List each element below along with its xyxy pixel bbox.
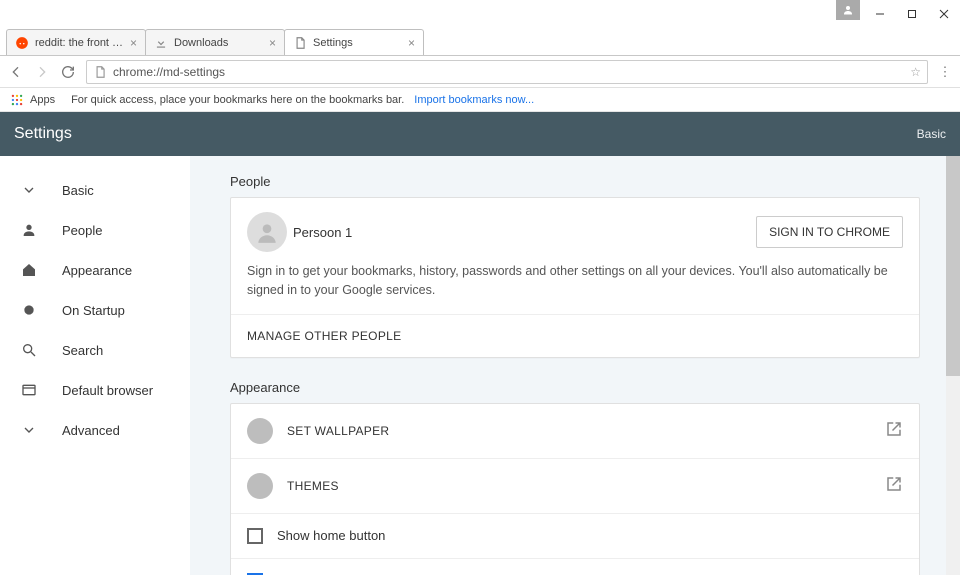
tab-label: Downloads [174,37,265,49]
person-icon [20,221,38,239]
sidebar-item-basic[interactable]: Basic [0,170,190,210]
window-titlebar [0,0,960,28]
home-icon [20,261,38,279]
chevron-down-icon [20,181,38,199]
manage-people-label: MANAGE OTHER PEOPLE [247,329,401,343]
bookmark-star-icon[interactable]: ☆ [910,65,921,79]
reload-button[interactable] [60,64,76,80]
address-text: chrome://md-settings [113,65,225,79]
settings-title: Settings [14,125,72,143]
apps-icon[interactable] [10,93,24,107]
always-bookmarks-row[interactable]: Always show the bookmarks bar [231,559,919,575]
forward-button[interactable] [34,64,50,80]
sign-in-button[interactable]: SIGN IN TO CHROME [756,216,903,248]
settings-content: Basic People Appearance On Startup Searc… [0,156,960,575]
sidebar-item-label: Advanced [62,423,120,438]
search-icon [20,341,38,359]
scrollbar-thumb[interactable] [946,156,960,376]
sidebar-item-label: Basic [62,183,94,198]
circle-icon [20,301,38,319]
import-bookmarks-link[interactable]: Import bookmarks now... [414,94,534,106]
themes-label: THEMES [287,479,885,493]
browser-toolbar: chrome://md-settings ☆ ⋮ [0,56,960,88]
launch-icon [885,475,903,496]
basic-link[interactable]: Basic [917,127,946,141]
section-title-people: People [230,174,920,189]
wallpaper-icon [247,418,273,444]
window-maximize-button[interactable] [896,0,928,28]
sidebar-item-appearance[interactable]: Appearance [0,250,190,290]
manage-people-row[interactable]: MANAGE OTHER PEOPLE [231,315,919,357]
bookmarks-bar: Apps For quick access, place your bookma… [0,88,960,112]
settings-sidebar: Basic People Appearance On Startup Searc… [0,156,190,575]
tab-settings[interactable]: Settings × [284,29,424,55]
vertical-scrollbar[interactable] [946,156,960,575]
appearance-card: SET WALLPAPER THEMES Show home button Al… [230,403,920,575]
page-icon [93,65,107,79]
sidebar-item-advanced[interactable]: Advanced [0,410,190,450]
menu-button[interactable]: ⋮ [938,64,952,80]
close-icon[interactable]: × [130,36,137,50]
sidebar-item-label: Search [62,343,103,358]
people-card: Persoon 1 SIGN IN TO CHROME Sign in to g… [230,197,920,358]
profile-name: Persoon 1 [293,225,352,240]
apps-label[interactable]: Apps [30,94,55,106]
download-icon [154,36,168,50]
sidebar-item-default-browser[interactable]: Default browser [0,370,190,410]
sidebar-item-onstartup[interactable]: On Startup [0,290,190,330]
sidebar-item-label: Appearance [62,263,132,278]
back-button[interactable] [8,64,24,80]
window-minimize-button[interactable] [864,0,896,28]
section-title-appearance: Appearance [230,380,920,395]
tab-reddit[interactable]: reddit: the front page of × [6,29,146,55]
sidebar-item-label: People [62,223,102,238]
set-wallpaper-row[interactable]: SET WALLPAPER [231,404,919,459]
themes-icon [247,473,273,499]
window-close-button[interactable] [928,0,960,28]
sidebar-item-label: On Startup [62,303,125,318]
launch-icon [885,420,903,441]
settings-main: People Persoon 1 SIGN IN TO CHROME Sign … [190,156,960,575]
show-home-label: Show home button [277,528,385,543]
address-bar[interactable]: chrome://md-settings ☆ [86,60,928,84]
reddit-icon [15,36,29,50]
checkbox-unchecked[interactable] [247,528,263,544]
tab-label: Settings [313,37,404,49]
avatar-icon [247,212,287,252]
show-home-row[interactable]: Show home button [231,514,919,559]
themes-row[interactable]: THEMES [231,459,919,514]
sidebar-item-people[interactable]: People [0,210,190,250]
sign-in-description: Sign in to get your bookmarks, history, … [247,262,903,300]
settings-header: Settings Basic [0,112,960,156]
close-icon[interactable]: × [408,36,415,50]
profile-row: Persoon 1 SIGN IN TO CHROME Sign in to g… [231,198,919,315]
tab-strip: reddit: the front page of × Downloads × … [0,28,960,56]
bookmarks-hint: For quick access, place your bookmarks h… [71,94,404,106]
page-icon [293,36,307,50]
close-icon[interactable]: × [269,36,276,50]
chevron-down-icon [20,421,38,439]
wallpaper-label: SET WALLPAPER [287,424,885,438]
sidebar-item-label: Default browser [62,383,153,398]
browser-icon [20,381,38,399]
tab-label: reddit: the front page of [35,37,126,49]
sidebar-item-search[interactable]: Search [0,330,190,370]
tab-downloads[interactable]: Downloads × [145,29,285,55]
window-user-icon[interactable] [836,0,860,20]
